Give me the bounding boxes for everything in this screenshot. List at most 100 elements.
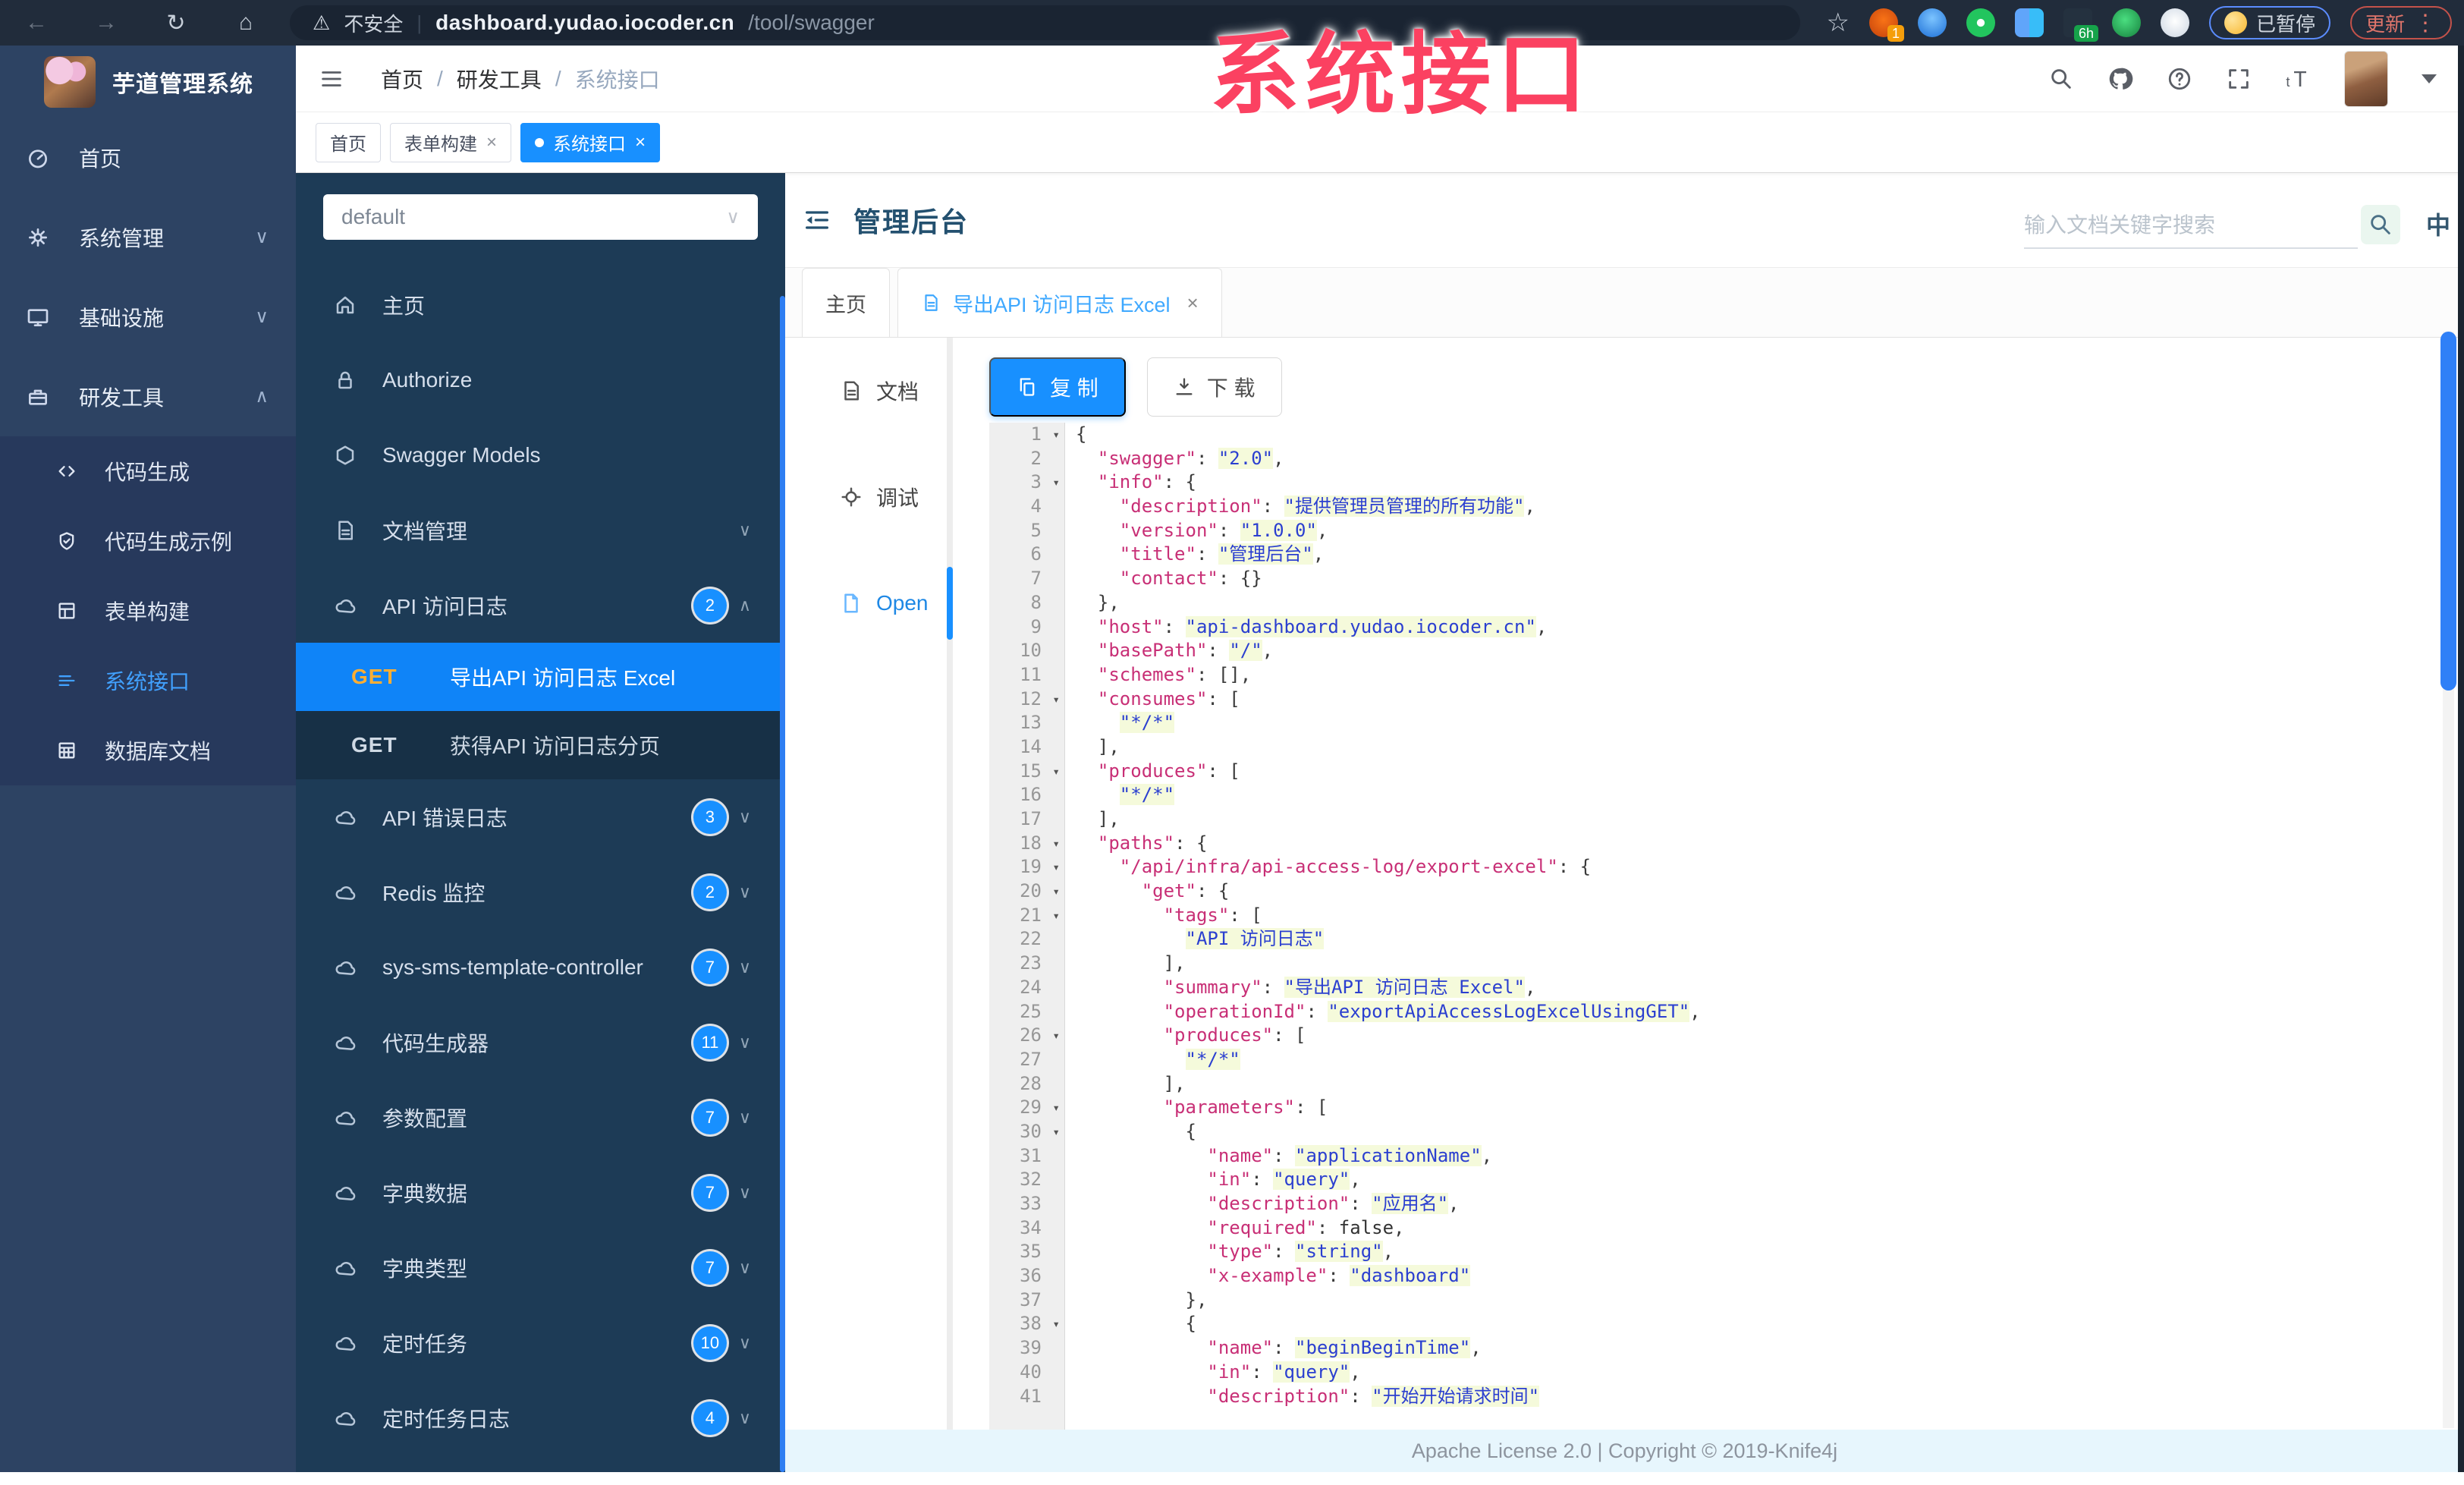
doc-nav-文档[interactable]: 文档 (785, 338, 947, 444)
api-nav-sys-sms-template-controller[interactable]: sys-sms-template-controller 7 ∨ (296, 930, 785, 1005)
fold-arrow-icon[interactable]: ▾ (1052, 879, 1060, 904)
copy-button[interactable]: 复 制 (989, 357, 1126, 417)
download-button[interactable]: 下 载 (1146, 357, 1282, 417)
doc-tab-导出API 访问日志 Excel[interactable]: 导出API 访问日志 Excel × (897, 268, 1222, 337)
extension-icon[interactable] (2111, 8, 2141, 37)
close-icon[interactable]: × (1187, 291, 1199, 315)
breadcrumb-item[interactable]: 研发工具 (457, 64, 542, 94)
extension-icon[interactable] (2014, 8, 2044, 37)
api-nav-字典类型[interactable]: 字典类型 7 ∨ (296, 1230, 785, 1305)
github-icon[interactable] (2107, 66, 2133, 92)
doc-tab-主页[interactable]: 主页 (802, 268, 890, 337)
gutter-line[interactable]: 15 ▾ (989, 760, 1064, 784)
fold-arrow-icon[interactable]: ▾ (1052, 832, 1060, 856)
extension-icon[interactable]: 1 (1868, 8, 1904, 42)
tag-view-系统接口[interactable]: 系统接口 × (520, 122, 661, 162)
breadcrumb-item[interactable]: 首页 (381, 64, 423, 94)
bookmark-star-icon[interactable]: ☆ (1826, 8, 1849, 38)
fold-arrow-icon[interactable]: ▾ (1052, 687, 1060, 712)
api-nav-代码生成器[interactable]: 代码生成器 11 ∨ (296, 1005, 785, 1080)
api-nav-Redis 监控[interactable]: Redis 监控 2 ∨ (296, 854, 785, 930)
fold-arrow-icon[interactable]: ▾ (1052, 1096, 1060, 1120)
api-nav-字典数据[interactable]: 字典数据 7 ∨ (296, 1155, 785, 1230)
api-nav-定时任务[interactable]: 定时任务 10 ∨ (296, 1305, 785, 1380)
api-operation-获得API 访问日志分页[interactable]: GET 获得API 访问日志分页 (296, 711, 785, 779)
gutter-line[interactable]: 18 ▾ (989, 832, 1064, 856)
paused-pill[interactable]: 已暂停 (2208, 6, 2330, 39)
doc-nav-Open[interactable]: Open (785, 550, 953, 656)
breadcrumb-item[interactable]: 系统接口 (575, 64, 660, 94)
gutter-line[interactable]: 21 ▾ (989, 904, 1064, 928)
scrollbar-thumb[interactable] (2440, 332, 2456, 691)
gutter-line[interactable]: 20 ▾ (989, 879, 1064, 904)
home-icon[interactable]: ⌂ (232, 10, 259, 36)
api-nav-API 访问日志[interactable]: API 访问日志 2 ∧ (296, 568, 785, 643)
sidebar-item-首页[interactable]: 首页 (0, 118, 296, 197)
kebab-menu-icon[interactable]: ⋮ (2414, 10, 2437, 36)
back-icon[interactable]: ← (23, 10, 50, 36)
api-nav-Swagger Models[interactable]: Swagger Models (296, 417, 785, 492)
search-icon[interactable] (2048, 66, 2074, 92)
sidebar-subitem-代码生成[interactable]: 代码生成 (0, 436, 296, 506)
api-nav-文档管理[interactable]: 文档管理 ∨ (296, 492, 785, 568)
sidebar-subitem-表单构建[interactable]: 表单构建 (0, 576, 296, 646)
sidebar-item-系统管理[interactable]: 系统管理 ∨ (0, 197, 296, 277)
search-icon[interactable] (2361, 205, 2400, 244)
extension-icon[interactable]: 6h (2063, 8, 2098, 42)
extension-icon[interactable] (1966, 8, 1995, 37)
doc-search-input[interactable] (2024, 203, 2358, 249)
api-nav-Authorize[interactable]: Authorize (296, 342, 785, 417)
help-icon[interactable] (2167, 66, 2192, 92)
forward-icon[interactable]: → (93, 10, 120, 36)
collapse-menu-icon[interactable] (802, 205, 832, 235)
sidebar-subitem-系统接口[interactable]: 系统接口 (0, 646, 296, 716)
chevron-down-icon[interactable] (2422, 74, 2437, 91)
api-sidebar-scrollbar[interactable] (780, 296, 785, 1472)
extension-icon[interactable] (2160, 8, 2189, 37)
fold-arrow-icon[interactable]: ▾ (1052, 1312, 1060, 1336)
gutter-line[interactable]: 19 ▾ (989, 855, 1064, 879)
update-label: 更新 (2365, 12, 2405, 36)
font-size-icon[interactable]: tT (2285, 66, 2311, 92)
sidebar-subitem-数据库文档[interactable]: 数据库文档 (0, 716, 296, 785)
gutter-line[interactable]: 12 ▾ (989, 687, 1064, 712)
fold-arrow-icon[interactable]: ▾ (1052, 855, 1060, 879)
extension-icon[interactable] (1917, 8, 1947, 37)
gutter-line[interactable]: 3 ▾ (989, 470, 1064, 495)
sidebar-item-基础设施[interactable]: 基础设施 ∨ (0, 277, 296, 357)
api-group-select[interactable]: default ∨ (323, 194, 758, 240)
fold-arrow-icon[interactable]: ▾ (1052, 1120, 1060, 1144)
security-label[interactable]: 不安全 (344, 9, 403, 37)
code-editor[interactable]: 1 ▾ 2 3 ▾ 4 5 6 7 8 9 10 11 12 ▾ 13 14 15 ▾ 16 17 18 ▾ 19 ▾ 20 ▾ 21… (989, 423, 2464, 1477)
sidebar-subitem-代码生成示例[interactable]: 代码生成示例 (0, 506, 296, 576)
language-icon[interactable]: 中 (2426, 206, 2450, 241)
gutter-line[interactable]: 29 ▾ (989, 1096, 1064, 1120)
sidebar-item-研发工具[interactable]: 研发工具 ∧ (0, 357, 296, 436)
api-nav-定时任务日志[interactable]: 定时任务日志 4 ∨ (296, 1380, 785, 1455)
tag-view-表单构建[interactable]: 表单构建 × (390, 122, 512, 162)
fold-arrow-icon[interactable]: ▾ (1052, 1024, 1060, 1048)
close-icon[interactable]: × (635, 132, 646, 153)
gutter-line[interactable]: 26 ▾ (989, 1024, 1064, 1048)
fold-arrow-icon[interactable]: ▾ (1052, 423, 1060, 447)
reload-icon[interactable]: ↻ (162, 10, 190, 36)
gutter-line[interactable]: 30 ▾ (989, 1120, 1064, 1144)
tag-view-首页[interactable]: 首页 (316, 122, 381, 162)
doc-tab-label: 导出API 访问日志 Excel (953, 293, 1171, 316)
api-nav-主页[interactable]: 主页 (296, 267, 785, 342)
update-pill[interactable]: 更新 ⋮ (2349, 6, 2452, 39)
api-operation-导出API 访问日志 Excel[interactable]: GET 导出API 访问日志 Excel (296, 643, 785, 711)
gutter-line[interactable]: 38 ▾ (989, 1312, 1064, 1336)
fold-arrow-icon[interactable]: ▾ (1052, 904, 1060, 928)
fullscreen-icon[interactable] (2226, 66, 2252, 92)
api-nav-API 错误日志[interactable]: API 错误日志 3 ∨ (296, 779, 785, 854)
doc-nav-调试[interactable]: 调试 (785, 444, 947, 550)
avatar[interactable] (2344, 50, 2388, 107)
fold-arrow-icon[interactable]: ▾ (1052, 760, 1060, 784)
fold-arrow-icon[interactable]: ▾ (1052, 470, 1060, 495)
api-nav-参数配置[interactable]: 参数配置 7 ∨ (296, 1080, 785, 1155)
app-logo-row[interactable]: 芋道管理系统 (0, 46, 296, 118)
gutter-line[interactable]: 1 ▾ (989, 423, 1064, 447)
close-icon[interactable]: × (486, 132, 497, 153)
hamburger-icon[interactable] (319, 66, 344, 92)
